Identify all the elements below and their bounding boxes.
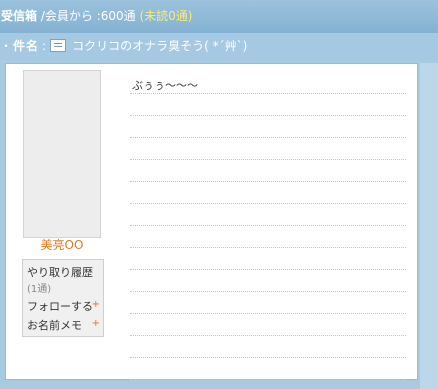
ruled-line xyxy=(130,335,406,336)
inbox-header: 受信箱 /会員から :600通 (未読0通) xyxy=(0,0,438,33)
memo-plus-icon[interactable]: + xyxy=(92,318,100,329)
unread-count: (未読0通) xyxy=(139,9,193,23)
ruled-line xyxy=(130,159,406,160)
subject-bar: ・件名: コクリコのオナラ臭そう( *´艸`) xyxy=(0,33,438,60)
ruled-line xyxy=(130,93,406,94)
history-link[interactable]: やり取り履歴 xyxy=(27,264,93,280)
message-panel: 美亮OO やり取り履歴 (1通) フォローする + お名前メモ + ぶぅぅ〜〜〜 xyxy=(5,63,418,380)
ruled-line xyxy=(130,379,406,380)
ruled-line xyxy=(130,225,406,226)
follow-plus-icon[interactable]: + xyxy=(92,299,100,310)
ruled-line xyxy=(130,203,406,204)
subject-bullet: ・ xyxy=(0,39,13,53)
ruled-line xyxy=(130,137,406,138)
ruled-line xyxy=(130,181,406,182)
subject-label: 件名 xyxy=(13,39,40,53)
sender-actions: やり取り履歴 (1通) フォローする + お名前メモ + xyxy=(22,259,104,337)
message-body: ぶぅぅ〜〜〜 xyxy=(130,72,406,380)
ruled-line xyxy=(130,247,406,248)
sender-avatar[interactable] xyxy=(23,70,101,238)
ruled-line xyxy=(130,291,406,292)
ruled-line xyxy=(130,357,406,358)
subject-separator: : xyxy=(42,39,47,53)
inbox-from-count: /会員から :600通 xyxy=(37,9,140,23)
scrollbar-track[interactable] xyxy=(420,63,438,389)
sender-name[interactable]: 美亮OO xyxy=(23,236,101,253)
ruled-line xyxy=(130,313,406,314)
mail-icon xyxy=(50,39,67,52)
inbox-title[interactable]: 受信箱 xyxy=(0,9,37,23)
ruled-line xyxy=(130,115,406,116)
ruled-line xyxy=(130,269,406,270)
history-count: (1通) xyxy=(27,284,52,295)
name-memo-link[interactable]: お名前メモ xyxy=(27,317,82,333)
subject-text: コクリコのオナラ臭そう( *´艸`) xyxy=(72,39,248,53)
follow-link[interactable]: フォローする xyxy=(27,298,93,314)
message-text: ぶぅぅ〜〜〜 xyxy=(132,79,198,92)
